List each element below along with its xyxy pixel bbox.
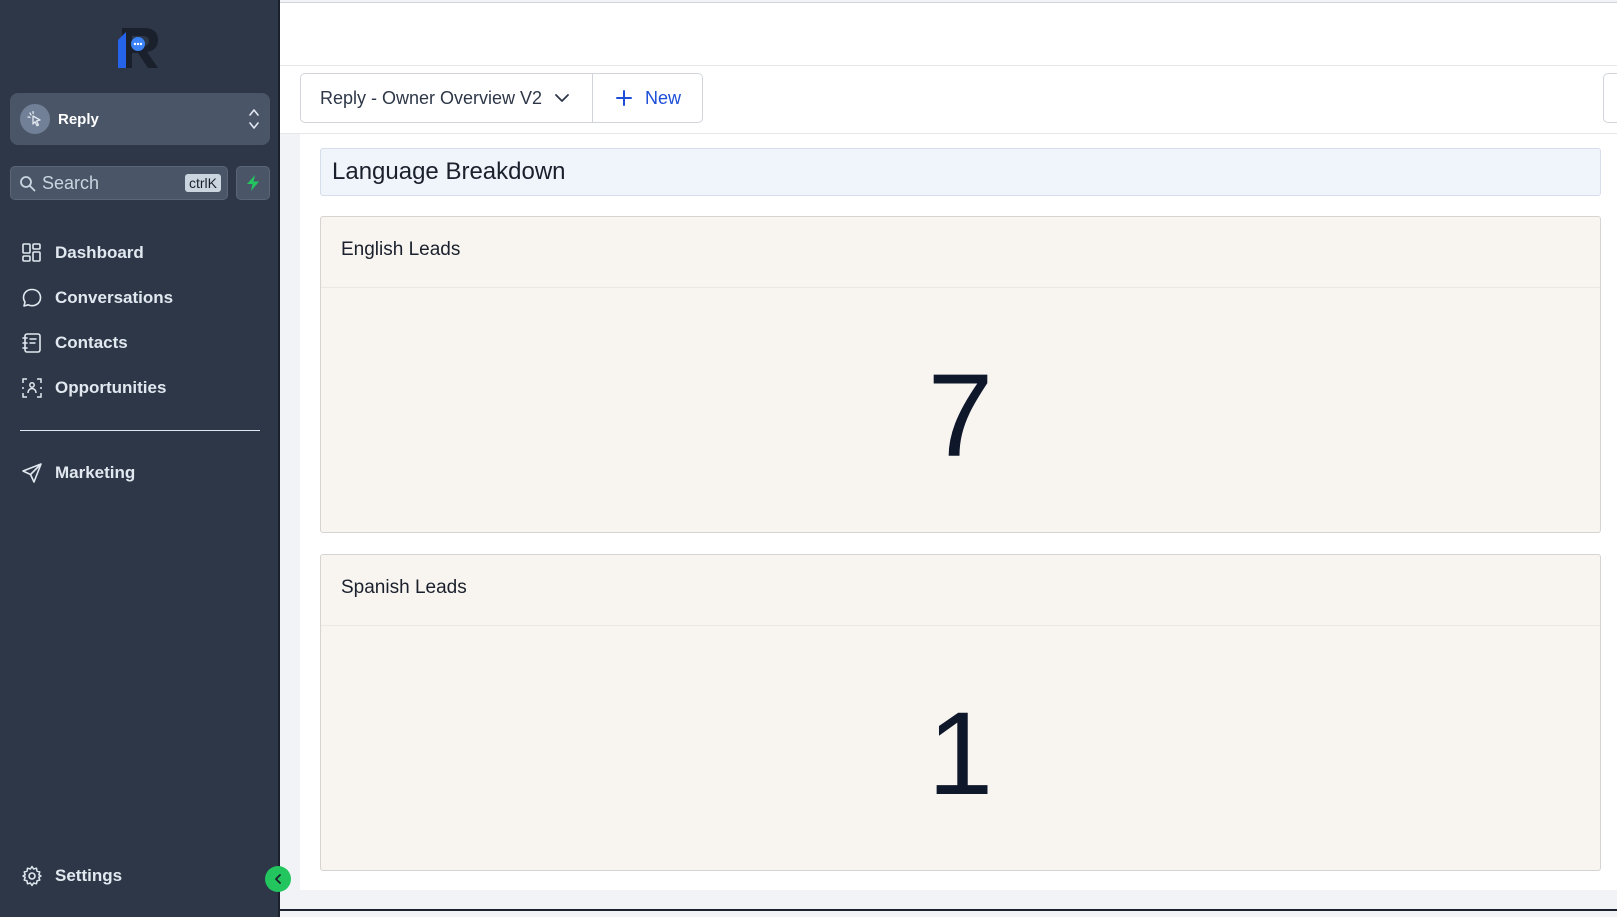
new-dashboard-button[interactable]: New: [592, 73, 703, 123]
plus-icon: [616, 90, 632, 106]
card-title: English Leads: [341, 239, 461, 260]
card-divider: [321, 625, 1600, 626]
sidebar-item-label: Conversations: [55, 288, 174, 307]
main-area: Reply - Owner Overview V2 New Language B…: [280, 0, 1617, 917]
dashboard-icon: [20, 241, 44, 265]
sidebar-item-label: Dashboard: [55, 243, 144, 262]
quick-actions-button[interactable]: [236, 166, 270, 200]
toolbar-right-button[interactable]: [1603, 73, 1617, 123]
search-shortcut-badge: ctrlK: [185, 174, 221, 192]
metric-card-spanish-leads: Spanish Leads 1: [320, 554, 1601, 871]
dashboard-selector[interactable]: Reply - Owner Overview V2: [300, 73, 593, 123]
sidebar-item-settings[interactable]: Settings: [20, 861, 122, 891]
card-title: Spanish Leads: [341, 577, 467, 598]
contacts-book-icon: [20, 331, 44, 355]
sidebar-item-conversations[interactable]: Conversations: [20, 283, 173, 313]
chevron-down-icon: [555, 94, 569, 102]
card-divider: [321, 287, 1600, 288]
dashboard-selector-label: Reply - Owner Overview V2: [320, 87, 543, 108]
sidebar-item-label: Marketing: [55, 463, 136, 482]
sidebar-divider: [20, 430, 260, 431]
sidebar-item-label: Opportunities: [55, 378, 167, 397]
top-header-bar: [280, 2, 1617, 66]
account-switcher[interactable]: Reply: [10, 93, 270, 145]
app-root: Reply Search ctrlK Dashboard Conversatio…: [0, 0, 1617, 917]
account-avatar: [20, 104, 50, 134]
dashboard-content: Language Breakdown English Leads 7 Spani…: [300, 134, 1617, 890]
new-button-label: New: [645, 87, 682, 108]
section-title: Language Breakdown: [320, 148, 1601, 196]
search-placeholder: Search: [42, 172, 100, 193]
sidebar: Reply Search ctrlK Dashboard Conversatio…: [0, 0, 280, 917]
chevron-left-icon: [275, 874, 281, 884]
card-value: 1: [927, 688, 994, 820]
chevron-up-down-icon: [249, 109, 259, 129]
sidebar-item-marketing[interactable]: Marketing: [20, 458, 135, 488]
bottom-border: [280, 909, 1617, 911]
app-logo[interactable]: [114, 24, 164, 72]
collapse-sidebar-button[interactable]: [265, 866, 291, 892]
sidebar-item-dashboard[interactable]: Dashboard: [20, 238, 144, 268]
send-icon: [20, 461, 44, 485]
sidebar-item-opportunities[interactable]: Opportunities: [20, 373, 166, 403]
search-input[interactable]: Search ctrlK: [10, 166, 228, 200]
chat-bubble-icon: [20, 286, 44, 310]
account-name: Reply: [58, 110, 99, 128]
dashboard-toolbar: Reply - Owner Overview V2 New: [280, 66, 1617, 134]
metric-card-english-leads: English Leads 7: [320, 216, 1601, 533]
sidebar-item-contacts[interactable]: Contacts: [20, 328, 128, 358]
card-value: 7: [927, 350, 994, 482]
cursor-click-icon: [27, 110, 41, 127]
lightning-bolt-icon: [247, 175, 259, 191]
gear-icon: [20, 864, 44, 888]
opportunities-icon: [20, 376, 44, 400]
search-icon: [20, 175, 36, 191]
sidebar-item-label: Contacts: [55, 333, 128, 352]
sidebar-item-label: Settings: [55, 866, 123, 885]
